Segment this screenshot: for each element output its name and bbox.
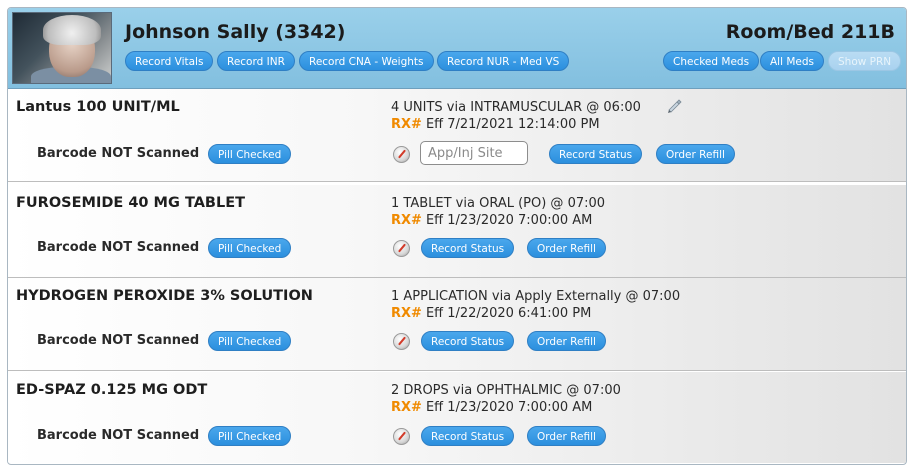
order-refill-button[interactable]: Order Refill: [527, 331, 606, 351]
med-effective-date: Eff 1/22/2020 6:41:00 PM: [425, 306, 592, 321]
med-effective-date: Eff 1/23/2020 7:00:00 AM: [425, 400, 593, 415]
record-status-button[interactable]: Record Status: [421, 426, 515, 446]
barcode-status: Barcode NOT Scanned: [37, 146, 200, 161]
record-vitals-button[interactable]: Record Vitals: [125, 51, 214, 71]
record-cna-weights-button[interactable]: Record CNA - Weights: [299, 51, 434, 71]
app-inj-site-input[interactable]: [420, 141, 528, 165]
med-effective-date: Eff 7/21/2021 12:14:00 PM: [425, 117, 600, 132]
record-inr-button[interactable]: Record INR: [217, 51, 295, 71]
rx-label: RX#: [391, 213, 422, 228]
med-dose: 1 APPLICATION via Apply Externally @ 07:…: [391, 289, 681, 304]
record-status-button[interactable]: Record Status: [421, 238, 515, 258]
record-nur-med-vs-button[interactable]: Record NUR - Med VS: [437, 51, 570, 71]
pill-checked-button[interactable]: Pill Checked: [208, 238, 292, 258]
patient-header: Johnson Sally (3342) Room/Bed 211B Recor…: [8, 8, 906, 89]
med-name: FUROSEMIDE 40 MG TABLET: [16, 195, 246, 211]
compass-icon[interactable]: [393, 333, 410, 350]
med-row: Lantus 100 UNIT/ML 4 UNITS via INTRAMUSC…: [8, 89, 906, 182]
compass-icon[interactable]: [393, 428, 410, 445]
med-pass-panel: Johnson Sally (3342) Room/Bed 211B Recor…: [7, 7, 907, 465]
med-name: ED-SPAZ 0.125 MG ODT: [16, 382, 208, 398]
compass-icon[interactable]: [393, 240, 410, 257]
room-bed: Room/Bed 211B: [725, 21, 895, 43]
patient-name: Johnson Sally (3342): [125, 21, 346, 43]
pill-checked-button[interactable]: Pill Checked: [208, 426, 292, 446]
compass-icon[interactable]: [393, 146, 410, 163]
med-effective: RX# Eff 1/23/2020 7:00:00 AM: [391, 213, 592, 228]
pill-checked-button[interactable]: Pill Checked: [208, 144, 292, 164]
med-row: ED-SPAZ 0.125 MG ODT 2 DROPS via OPHTHAL…: [8, 372, 906, 463]
med-effective-date: Eff 1/23/2020 7:00:00 AM: [425, 213, 593, 228]
med-effective: RX# Eff 1/22/2020 6:41:00 PM: [391, 306, 591, 321]
barcode-status: Barcode NOT Scanned: [37, 240, 200, 255]
order-refill-button[interactable]: Order Refill: [656, 144, 735, 164]
med-name: Lantus 100 UNIT/ML: [16, 99, 180, 115]
barcode-status: Barcode NOT Scanned: [37, 428, 200, 443]
med-dose: 1 TABLET via ORAL (PO) @ 07:00: [391, 196, 606, 211]
pill-checked-button[interactable]: Pill Checked: [208, 331, 292, 351]
record-status-button[interactable]: Record Status: [549, 144, 643, 164]
med-name: HYDROGEN PEROXIDE 3% SOLUTION: [16, 288, 313, 304]
med-effective: RX# Eff 7/21/2021 12:14:00 PM: [391, 117, 600, 132]
rx-label: RX#: [391, 117, 422, 132]
pen-icon[interactable]: [666, 97, 682, 113]
med-row: FUROSEMIDE 40 MG TABLET 1 TABLET via ORA…: [8, 185, 906, 278]
barcode-status: Barcode NOT Scanned: [37, 333, 200, 348]
rx-label: RX#: [391, 400, 422, 415]
med-dose: 2 DROPS via OPHTHALMIC @ 07:00: [391, 383, 621, 398]
order-refill-button[interactable]: Order Refill: [527, 426, 606, 446]
order-refill-button[interactable]: Order Refill: [527, 238, 606, 258]
record-status-button[interactable]: Record Status: [421, 331, 515, 351]
med-row: HYDROGEN PEROXIDE 3% SOLUTION 1 APPLICAT…: [8, 278, 906, 371]
patient-photo: [12, 12, 112, 84]
checked-meds-button[interactable]: Checked Meds: [663, 51, 760, 71]
all-meds-button[interactable]: All Meds: [760, 51, 825, 71]
rx-label: RX#: [391, 306, 422, 321]
med-effective: RX# Eff 1/23/2020 7:00:00 AM: [391, 400, 592, 415]
med-dose: 4 UNITS via INTRAMUSCULAR @ 06:00: [391, 100, 641, 115]
show-prn-button[interactable]: Show PRN: [828, 51, 902, 71]
